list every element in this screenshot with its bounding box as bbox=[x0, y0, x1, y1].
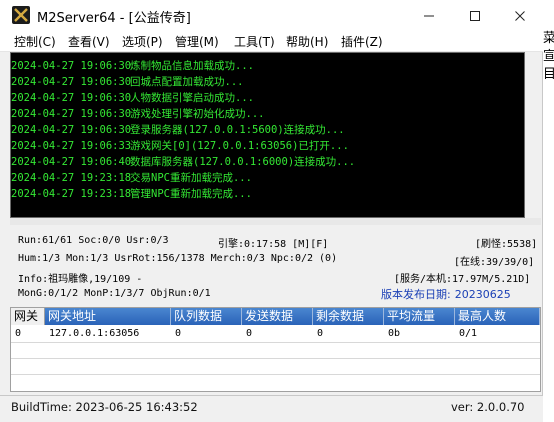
minimize-icon bbox=[424, 15, 434, 16]
table-cell[interactable]: 0 bbox=[171, 326, 181, 342]
column-header[interactable]: 发送数据 bbox=[242, 308, 313, 325]
column-header[interactable]: 网关地址 bbox=[45, 308, 171, 325]
title-bar[interactable]: M2Server64 - [公益传奇] bbox=[0, 0, 543, 31]
info-stats: Info:祖玛雕像,19/109 - bbox=[18, 274, 143, 285]
row-divider bbox=[11, 342, 540, 343]
maximize-button[interactable] bbox=[452, 0, 498, 31]
background-text: 目 bbox=[543, 67, 554, 82]
server-native-stats: [服务/本机:17.97M/5.21D] bbox=[394, 274, 531, 285]
menu-view[interactable]: 查看(V) bbox=[68, 33, 110, 50]
menu-options[interactable]: 选项(P) bbox=[122, 33, 163, 50]
status-bar: BuildTime: 2023-06-25 16:43:52 ver: 2.0.… bbox=[0, 395, 543, 422]
log-vertical-scrollbar[interactable] bbox=[525, 52, 541, 218]
log-horizontal-scrollbar[interactable] bbox=[10, 218, 541, 225]
menu-tools[interactable]: 工具(T) bbox=[234, 33, 275, 50]
mong-stats: MonG:0/1/2 MonP:1/3/7 ObjRun:0/1 bbox=[18, 288, 211, 299]
column-header[interactable]: 队列数据 bbox=[171, 308, 242, 325]
log-line: 2024-04-27 19:06:40数据库服务器(127.0.0.1:6000… bbox=[11, 156, 356, 168]
log-line: 2024-04-27 19:06:30登录服务器(127.0.0.1:5600)… bbox=[11, 124, 345, 136]
maximize-icon bbox=[470, 10, 480, 21]
log-line: 2024-04-27 19:06:30人物数据引擎启动成功... bbox=[11, 92, 254, 104]
column-header[interactable]: 剩余数据 bbox=[313, 308, 384, 325]
run-stats: Run:61/61 Soc:0/0 Usr:0/3 bbox=[18, 235, 169, 246]
build-time: BuildTime: 2023-06-25 16:43:52 bbox=[11, 400, 198, 414]
minimize-button[interactable] bbox=[406, 0, 452, 31]
log-line: 2024-04-27 19:06:30炼制物品信息加载成功... bbox=[11, 60, 254, 72]
log-line: 2024-04-27 19:23:18交易NPC重新加载完成... bbox=[11, 172, 252, 184]
table-cell[interactable]: 127.0.0.1:63056 bbox=[45, 326, 139, 342]
version-label: ver: 2.0.0.70 bbox=[451, 400, 525, 414]
column-header[interactable]: 平均流量 bbox=[384, 308, 455, 325]
menu-help[interactable]: 帮助(H) bbox=[286, 33, 328, 50]
hum-stats: Hum:1/3 Mon:1/3 UsrRot:156/1378 Merch:0/… bbox=[18, 253, 338, 264]
refresh-monster-stats: [刷怪:5538] bbox=[475, 239, 538, 250]
row-divider bbox=[11, 358, 540, 359]
background-text: 宣 bbox=[543, 49, 554, 64]
main-window: M2Server64 - [公益传奇] 控制(C) 查看(V) 选项(P) 管理… bbox=[0, 0, 543, 422]
release-date-label: 版本发布日期: 20230625 bbox=[381, 288, 511, 301]
menu-manage[interactable]: 管理(M) bbox=[175, 33, 219, 50]
online-stats: [在线:39/39/0] bbox=[454, 257, 535, 268]
engine-stats: 引擎:0:17:58 [M][F] bbox=[218, 239, 329, 250]
menu-bar: 控制(C) 查看(V) 选项(P) 管理(M) 工具(T) 帮助(H) 插件(Z… bbox=[0, 31, 543, 52]
close-button[interactable] bbox=[497, 0, 543, 31]
log-line: 2024-04-27 19:06:30游戏处理引擎初始化成功... bbox=[11, 108, 265, 120]
table-cell[interactable]: 0 bbox=[313, 326, 323, 342]
window-title: M2Server64 - [公益传奇] bbox=[37, 11, 191, 26]
log-panel[interactable]: 2024-04-27 19:06:30炼制物品信息加载成功... 2024-04… bbox=[10, 52, 525, 218]
menu-plugins[interactable]: 插件(Z) bbox=[341, 33, 383, 50]
table-cell[interactable]: 0b bbox=[384, 326, 400, 342]
background-text: 菜 bbox=[543, 31, 554, 46]
app-logo-icon bbox=[12, 6, 30, 24]
log-line: 2024-04-27 19:23:18管理NPC重新加载完成... bbox=[11, 188, 252, 200]
table-cell[interactable]: 0 bbox=[11, 326, 21, 342]
table-cell[interactable]: 0/1 bbox=[455, 326, 477, 342]
menu-control[interactable]: 控制(C) bbox=[14, 33, 56, 50]
table-cell[interactable]: 0 bbox=[242, 326, 252, 342]
column-header[interactable]: 网关 bbox=[11, 308, 45, 325]
row-divider bbox=[11, 374, 540, 375]
log-line: 2024-04-27 19:06:30回城点配置加载成功... bbox=[11, 76, 244, 88]
gateway-table: 网关 网关地址 队列数据 发送数据 剩余数据 平均流量 最高人数 0 127.0… bbox=[10, 307, 541, 392]
close-icon bbox=[515, 10, 525, 21]
log-line: 2024-04-27 19:06:33游戏网关[0](127.0.0.1:630… bbox=[11, 140, 349, 152]
column-header[interactable]: 最高人数 bbox=[455, 308, 540, 325]
